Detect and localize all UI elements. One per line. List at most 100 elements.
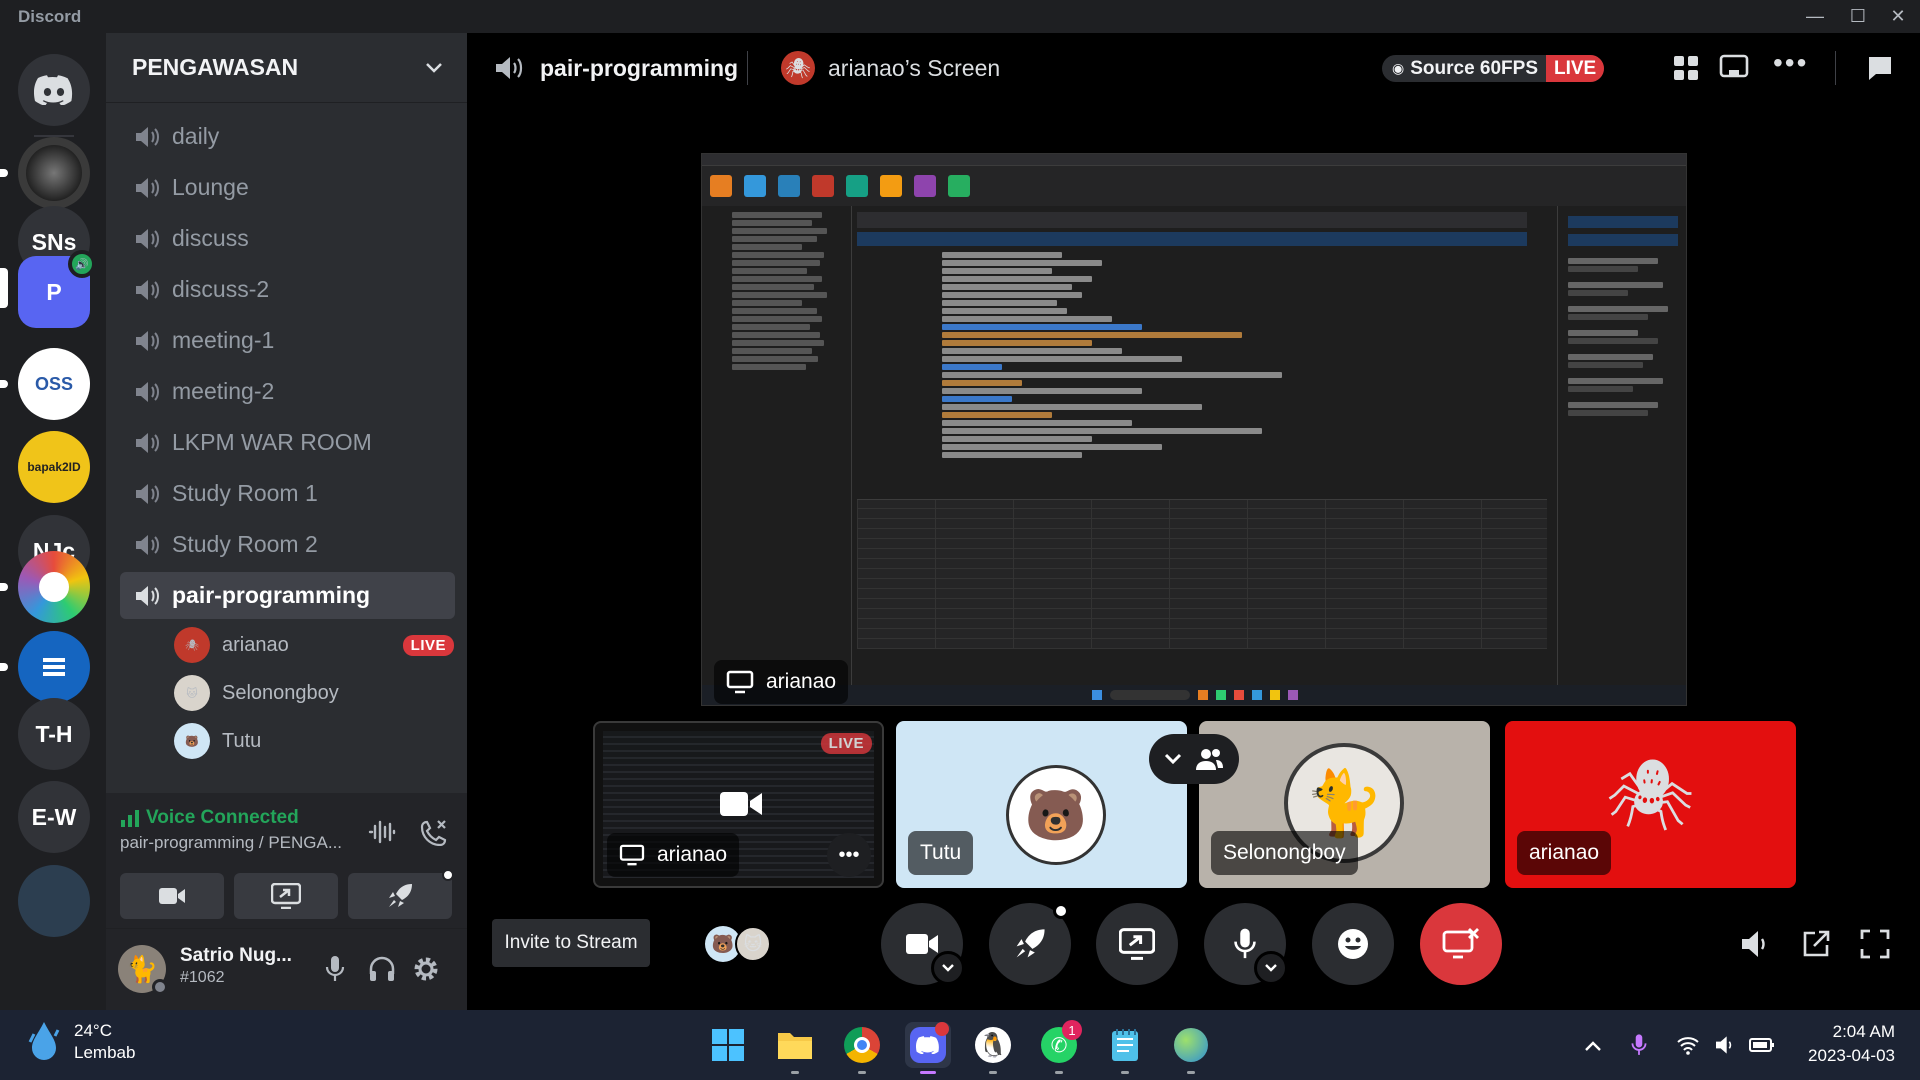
stream-quality-badge[interactable]: ◉ Source 60FPS LIVE xyxy=(1382,55,1605,82)
file-explorer-button[interactable] xyxy=(772,1022,818,1074)
linux-app-button[interactable]: 🐧 xyxy=(970,1022,1016,1074)
discord-taskbar-button[interactable] xyxy=(905,1022,951,1074)
start-button[interactable] xyxy=(705,1022,751,1068)
stop-stream-icon xyxy=(1442,928,1479,959)
chevron-up-icon[interactable] xyxy=(1584,1040,1602,1052)
voice-channel-pair-programming[interactable]: pair-programming xyxy=(120,572,455,619)
server-icon-p[interactable]: P 🔊 xyxy=(18,250,96,328)
server-icon-partial[interactable] xyxy=(18,865,90,937)
close-button[interactable]: ✕ xyxy=(1878,0,1918,33)
chat-icon[interactable] xyxy=(1866,54,1894,82)
user-name[interactable]: Satrio Nug... xyxy=(180,945,292,967)
server-icon-ew[interactable]: E-W xyxy=(18,781,90,853)
camera-icon xyxy=(906,934,938,954)
voice-channel-lkpm-war-room[interactable]: LKPM WAR ROOM xyxy=(120,419,455,466)
activity-button[interactable] xyxy=(348,869,454,919)
server-icon-stack[interactable] xyxy=(18,631,90,703)
noise-suppression-icon[interactable] xyxy=(368,819,396,845)
chrome-button[interactable] xyxy=(839,1022,885,1074)
guild-header[interactable]: PENGAWASAN xyxy=(106,33,467,103)
activities-button[interactable] xyxy=(989,903,1071,985)
popout-icon[interactable] xyxy=(1719,54,1749,82)
headphones-icon[interactable] xyxy=(368,956,396,982)
voice-channel-daily[interactable]: daily xyxy=(120,113,455,160)
popout-window-icon[interactable] xyxy=(1801,929,1831,959)
weather-widget[interactable]: 24°C Lembab xyxy=(24,1020,135,1064)
clock[interactable]: 2:04 AM 2023-04-03 xyxy=(1790,1022,1895,1066)
stream-stage: pair-programming 🕷 arianao’s Screen ◉ So… xyxy=(467,33,1920,1010)
stack-icon xyxy=(43,658,65,676)
penguin-icon: 🐧 xyxy=(975,1027,1011,1063)
channel-sidebar: PENGAWASAN daily Lounge discuss discuss-… xyxy=(106,33,467,1010)
participant-tile-tutu[interactable]: 🐻 Tutu xyxy=(896,721,1187,888)
server-icon-oss[interactable]: OSS xyxy=(18,348,90,420)
soundboard-button[interactable] xyxy=(1312,903,1394,985)
more-options-icon[interactable]: ••• xyxy=(1773,47,1808,79)
whatsapp-button[interactable]: ✆ 1 xyxy=(1036,1020,1082,1074)
discord-home-button[interactable] xyxy=(18,54,90,126)
camera-button[interactable] xyxy=(881,903,965,985)
unread-pill xyxy=(0,663,8,671)
voice-channel-path[interactable]: pair-programming / PENGA... xyxy=(120,833,370,853)
voice-channel-meeting-2[interactable]: meeting-2 xyxy=(120,368,455,415)
speaker-icon xyxy=(136,483,159,504)
share-screen-button[interactable] xyxy=(1096,903,1178,985)
share-screen-button[interactable] xyxy=(234,873,338,919)
navicat-button[interactable] xyxy=(1168,1022,1214,1074)
voice-channel-lounge[interactable]: Lounge xyxy=(120,164,455,211)
stop-streaming-button[interactable] xyxy=(1420,903,1502,985)
screen-title: arianao’s Screen xyxy=(828,55,1001,81)
disconnect-icon[interactable] xyxy=(418,818,448,846)
chrome-icon xyxy=(844,1027,880,1063)
microphone-in-use-icon[interactable] xyxy=(1630,1032,1648,1058)
tile-more-button[interactable]: ••• xyxy=(827,833,871,877)
voice-channel-study-room-2[interactable]: Study Room 2 xyxy=(120,521,455,568)
camera-options-button[interactable] xyxy=(931,951,965,985)
gear-icon[interactable] xyxy=(412,955,440,983)
live-badge: LIVE xyxy=(820,733,872,754)
voice-channel-discuss[interactable]: discuss xyxy=(120,215,455,262)
viewer-avatars[interactable]: 🐻 🐱 xyxy=(705,926,775,962)
microphone-icon[interactable] xyxy=(324,955,346,983)
members-icon xyxy=(1196,749,1223,770)
volume-icon[interactable] xyxy=(1739,929,1769,959)
voice-channel-discuss-2[interactable]: discuss-2 xyxy=(120,266,455,313)
microphone-options-button[interactable] xyxy=(1254,951,1288,985)
server-icon-openai[interactable] xyxy=(18,551,90,623)
folder-icon xyxy=(778,1033,812,1059)
notification-badge xyxy=(935,1022,949,1036)
voice-user-arianao[interactable]: 🕷 arianao LIVE xyxy=(174,625,454,665)
chevron-down-icon xyxy=(942,964,954,972)
user-tag: #1062 xyxy=(180,969,225,986)
avatar: 🕷 xyxy=(1605,756,1695,834)
battery-icon[interactable] xyxy=(1749,1037,1775,1053)
voice-user-selonongboy[interactable]: 🐱 Selonongboy xyxy=(174,673,339,713)
rocket-icon xyxy=(389,884,412,907)
voice-connected-status[interactable]: Voice Connected xyxy=(120,807,299,829)
server-icon-th[interactable]: T-H xyxy=(18,698,90,770)
screen-share-view[interactable] xyxy=(701,153,1687,706)
windows-icon xyxy=(712,1029,744,1061)
voice-user-tutu[interactable]: 🐻 Tutu xyxy=(174,721,261,761)
minimize-button[interactable]: — xyxy=(1795,0,1835,33)
notepad-button[interactable] xyxy=(1102,1022,1148,1074)
emoji-icon xyxy=(1338,929,1368,959)
camera-button[interactable] xyxy=(120,873,224,919)
participant-tile-arianao-stream[interactable]: LIVE arianao ••• xyxy=(593,721,884,888)
invite-to-stream-button[interactable]: Invite to Stream xyxy=(492,919,650,967)
maximize-button[interactable]: ☐ xyxy=(1838,0,1878,33)
fullscreen-icon[interactable] xyxy=(1860,929,1890,959)
participant-tile-selonongboy[interactable]: 🐈 Selonongboy xyxy=(1199,721,1490,888)
wifi-icon[interactable] xyxy=(1676,1035,1700,1055)
monitor-icon xyxy=(726,670,754,694)
grid-layout-icon[interactable] xyxy=(1673,55,1699,81)
volume-icon[interactable] xyxy=(1712,1035,1736,1055)
hide-members-toggle[interactable] xyxy=(1149,734,1239,784)
voice-channel-meeting-1[interactable]: meeting-1 xyxy=(120,317,455,364)
participant-tile-arianao[interactable]: 🕷 arianao xyxy=(1505,721,1796,888)
server-icon-1[interactable] xyxy=(18,137,90,209)
server-icon-bapak2id[interactable]: bapak2ID xyxy=(18,431,90,503)
voice-channel-study-room-1[interactable]: Study Room 1 xyxy=(120,470,455,517)
microphone-button[interactable] xyxy=(1204,903,1288,985)
user-avatar[interactable]: 🐈 xyxy=(118,945,168,995)
